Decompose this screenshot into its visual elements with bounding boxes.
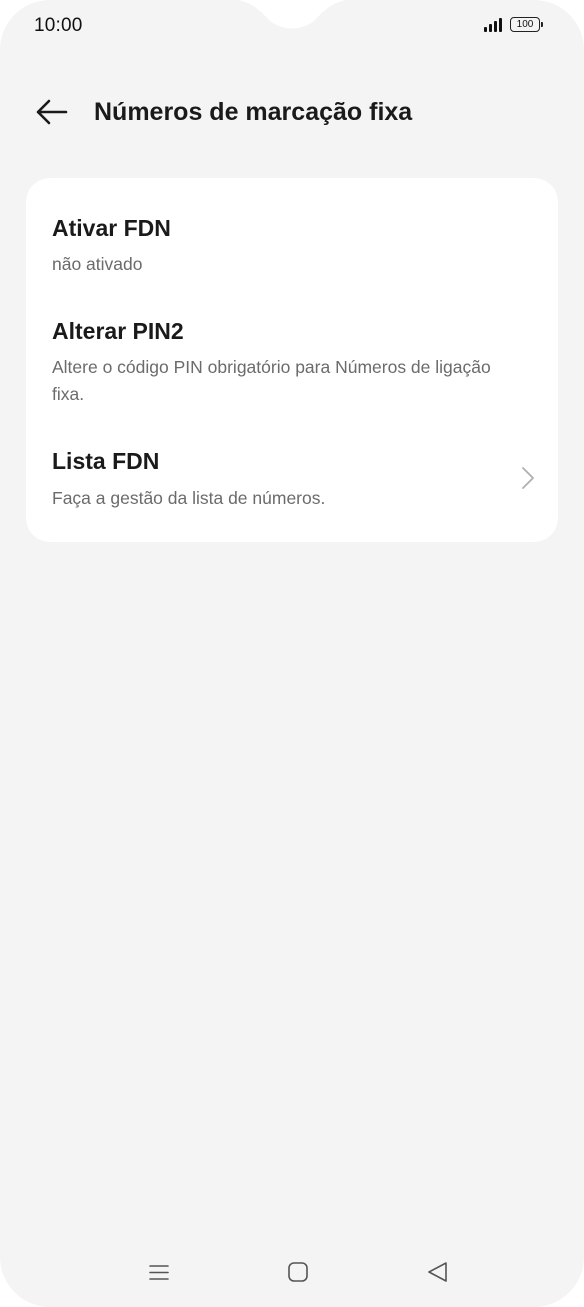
setting-item-lista-fdn[interactable]: Lista FDN Faça a gestão da lista de núme…: [26, 435, 558, 542]
phone-screen: 10:00 100 Números de marcação fixa Ativa…: [0, 0, 584, 1307]
nav-menu-button[interactable]: [145, 1258, 173, 1286]
setting-item-subtitle: não ativado: [52, 254, 143, 274]
battery-level: 100: [516, 19, 534, 30]
menu-icon: [149, 1265, 169, 1280]
status-indicators: 100: [484, 17, 543, 32]
setting-item-title: Alterar PIN2: [52, 318, 184, 344]
setting-item-subtitle: Altere o código PIN obrigatório para Núm…: [52, 357, 491, 404]
camera-notch: [237, 0, 347, 29]
setting-item-ativar-fdn[interactable]: Ativar FDN não ativado: [26, 178, 558, 300]
arrow-left-icon: [36, 99, 68, 125]
app-header: Números de marcação fixa: [0, 86, 584, 138]
setting-item-title: Lista FDN: [52, 448, 160, 474]
setting-item-alterar-pin2[interactable]: Alterar PIN2 Altere o código PIN obrigat…: [26, 300, 558, 435]
status-bar: 10:00 100: [0, 0, 584, 54]
triangle-back-icon: [428, 1262, 447, 1282]
nav-back-button[interactable]: [424, 1258, 452, 1286]
setting-item-title: Ativar FDN: [52, 215, 171, 241]
page-title: Números de marcação fixa: [94, 98, 413, 126]
setting-item-subtitle: Faça a gestão da lista de números.: [52, 488, 326, 508]
status-time: 10:00: [34, 15, 83, 36]
settings-card: Ativar FDN não ativado Alterar PIN2 Alte…: [26, 178, 558, 542]
signal-icon: [484, 17, 502, 32]
chevron-right-icon: [522, 467, 534, 489]
navigation-bar: [0, 1250, 584, 1294]
battery-icon: 100: [510, 17, 543, 32]
home-icon: [288, 1262, 308, 1282]
back-button[interactable]: [32, 96, 72, 128]
nav-home-button[interactable]: [284, 1258, 312, 1286]
